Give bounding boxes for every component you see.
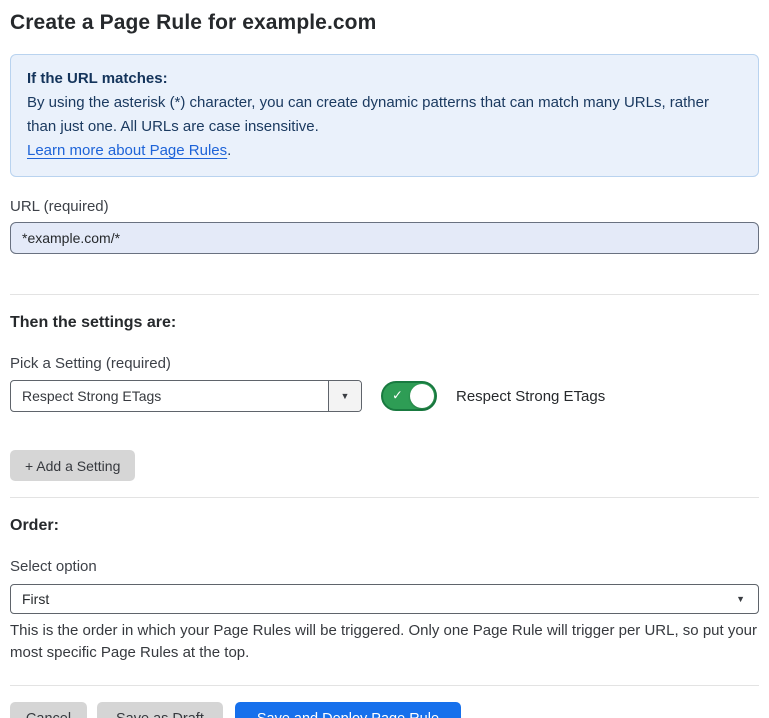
- setting-row: Respect Strong ETags ▼ ✓ Respect Strong …: [10, 380, 759, 412]
- setting-select[interactable]: Respect Strong ETags ▼: [10, 380, 362, 412]
- url-match-info-box: If the URL matches: By using the asteris…: [10, 54, 759, 177]
- create-page-rule-panel: Create a Page Rule for example.com If th…: [0, 0, 769, 718]
- page-title: Create a Page Rule for example.com: [10, 11, 759, 35]
- info-box-body: By using the asterisk (*) character, you…: [27, 91, 742, 139]
- toggle-label: Respect Strong ETags: [456, 388, 605, 405]
- settings-section-heading: Then the settings are:: [10, 314, 759, 332]
- check-icon: ✓: [392, 388, 403, 404]
- chevron-down-icon: ▼: [736, 595, 745, 604]
- link-suffix: .: [227, 142, 231, 159]
- setting-select-value: Respect Strong ETags: [11, 381, 328, 411]
- learn-more-link[interactable]: Learn more about Page Rules: [27, 142, 227, 159]
- order-section-heading: Order:: [10, 517, 759, 535]
- info-box-heading: If the URL matches:: [27, 67, 742, 91]
- info-box-link-line: Learn more about Page Rules.: [27, 139, 742, 163]
- order-select-label: Select option: [10, 558, 759, 575]
- actions-row: Cancel Save as Draft Save and Deploy Pag…: [10, 702, 759, 718]
- pick-setting-label: Pick a Setting (required): [10, 355, 759, 372]
- url-field-label: URL (required): [10, 198, 759, 215]
- add-setting-button[interactable]: + Add a Setting: [10, 450, 135, 481]
- section-divider: [10, 685, 759, 686]
- setting-select-arrow-button[interactable]: ▼: [328, 381, 361, 411]
- order-select-value: First: [22, 591, 736, 607]
- toggle-knob: [410, 384, 434, 408]
- order-select[interactable]: First ▼: [10, 584, 759, 614]
- section-divider: [10, 294, 759, 295]
- save-as-draft-button[interactable]: Save as Draft: [97, 702, 223, 718]
- order-help-text: This is the order in which your Page Rul…: [10, 620, 759, 664]
- cancel-button[interactable]: Cancel: [10, 702, 87, 718]
- section-divider: [10, 497, 759, 498]
- url-input[interactable]: [10, 222, 759, 254]
- chevron-down-icon: ▼: [341, 392, 350, 401]
- save-and-deploy-button[interactable]: Save and Deploy Page Rule: [235, 702, 461, 718]
- etags-toggle[interactable]: ✓: [381, 381, 437, 411]
